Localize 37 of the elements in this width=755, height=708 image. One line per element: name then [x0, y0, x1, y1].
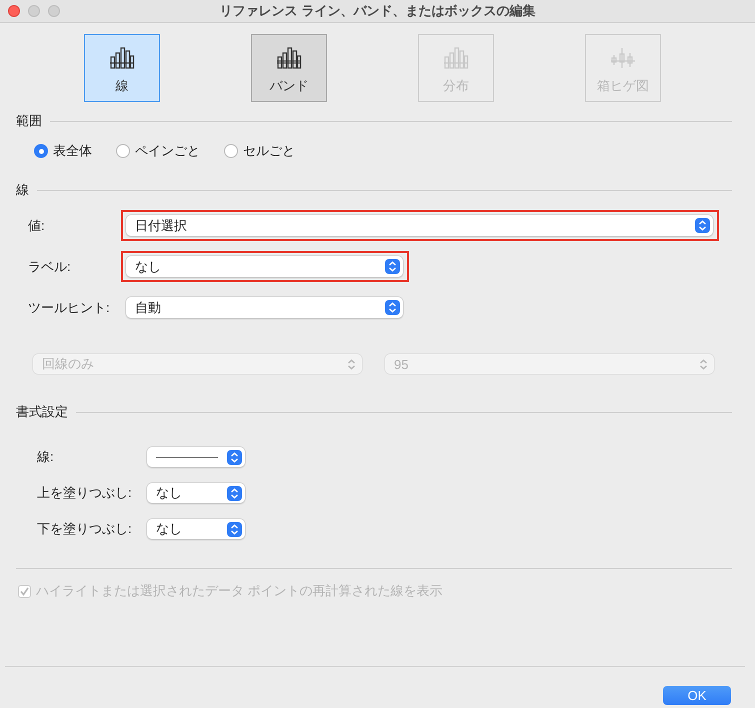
dropdown[interactable]: なし	[121, 251, 409, 282]
section-title: 線	[16, 181, 29, 199]
stepper-icon	[385, 300, 400, 315]
stepper-icon	[227, 522, 242, 536]
minimize-button[interactable]	[28, 5, 40, 17]
close-button[interactable]	[8, 5, 20, 17]
box-plot-icon	[610, 47, 636, 69]
line-type-button[interactable]: バンド	[251, 34, 327, 102]
radio-button[interactable]	[116, 144, 130, 158]
field-label: ツールヒント:	[28, 298, 111, 316]
bar-chart-icon	[443, 47, 469, 69]
dropdown[interactable]: なし	[147, 519, 245, 539]
field-label: 下を塗りつぶし:	[37, 520, 133, 538]
stepper-icon	[385, 259, 400, 274]
field-label: 上を塗りつぶし:	[37, 484, 133, 502]
field-label: 線:	[37, 448, 55, 466]
radio-label[interactable]: ペインごと	[135, 142, 200, 160]
field-label: ラベル:	[28, 258, 72, 276]
radio-label[interactable]: 表全体	[53, 142, 92, 160]
stepper-icon	[695, 218, 710, 233]
radio-label[interactable]: セルごと	[243, 142, 295, 160]
bar-chart-icon	[276, 47, 302, 69]
line-type-button[interactable]: 線	[84, 34, 160, 102]
section-title: 範囲	[16, 112, 42, 130]
dropdown[interactable]	[147, 447, 245, 467]
dropdown[interactable]: なし	[147, 483, 245, 503]
stepper-icon	[227, 486, 242, 500]
line-sample	[156, 456, 218, 458]
window-title: リファレンス ライン、バンド、またはボックスの編集	[220, 2, 536, 20]
radio-button[interactable]	[34, 144, 48, 158]
section-title: 書式設定	[16, 403, 68, 421]
field-label: 値:	[28, 216, 46, 234]
radio-button[interactable]	[224, 144, 238, 158]
zoom-button[interactable]	[48, 5, 60, 17]
bar-chart-icon	[109, 47, 135, 69]
dropdown[interactable]: 日付選択	[121, 210, 719, 241]
stepper-icon	[227, 450, 242, 464]
